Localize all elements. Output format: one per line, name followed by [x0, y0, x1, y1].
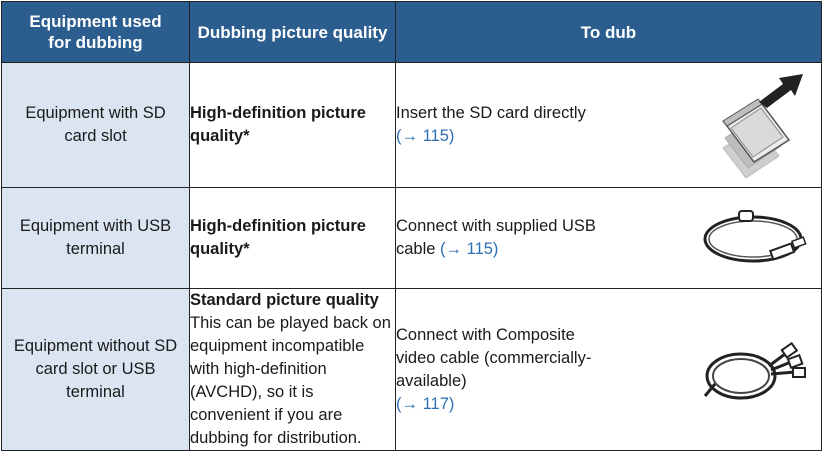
equipment-label: Equipment without SD card slot or USB te… [13, 337, 178, 401]
composite-av-cable-icon [703, 341, 806, 399]
quality-cell: High-definition picture quality* [189, 187, 396, 289]
todub-cell: Insert the SD card directly (→ 115) [395, 62, 822, 188]
equipment-cell: Equipment with SD card slot [1, 62, 190, 188]
table-header-row: Equipment used for dubbing Dubbing pictu… [1, 1, 822, 63]
equipment-label: Equipment with SD card slot [25, 104, 166, 145]
usb-cable-icon [703, 210, 807, 263]
quality-title: High-definition picture quality* [190, 104, 366, 145]
page-reference-link[interactable]: (→ 115) [440, 240, 498, 258]
table-row: Equipment with SD card slot High-definit… [1, 62, 822, 188]
todub-text: Connect with Composite video cable (comm… [396, 325, 592, 390]
todub-text: Insert the SD card directly [396, 104, 586, 122]
todub-cell: Connect with Composite video cable (comm… [395, 288, 822, 451]
dubbing-table: Equipment used for dubbing Dubbing pictu… [1, 1, 822, 451]
equipment-cell: Equipment with USB terminal [1, 187, 190, 289]
equipment-cell: Equipment without SD card slot or USB te… [1, 288, 190, 451]
sd-card-insert-icon [722, 74, 803, 179]
table-row: Equipment with USB terminal High-definit… [1, 187, 822, 289]
equipment-label: Equipment with USB terminal [19, 217, 172, 258]
quality-cell: High-definition picture quality* [189, 62, 396, 188]
todub-cell: Connect with supplied USB cable (→ 115) [395, 187, 822, 289]
quality-cell: Standard picture quality This can be pla… [189, 288, 396, 451]
header-todub: To dub [395, 1, 822, 63]
page-reference-link[interactable]: (→ 115) [396, 127, 454, 145]
page-reference-link[interactable]: (→ 117) [396, 395, 454, 413]
header-quality: Dubbing picture quality [189, 1, 396, 63]
quality-title: Standard picture quality [190, 291, 379, 309]
table-row: Equipment without SD card slot or USB te… [1, 288, 822, 451]
quality-description: This can be played back on equipment inc… [190, 314, 391, 447]
header-equipment: Equipment used for dubbing [1, 1, 190, 63]
quality-title: High-definition picture quality* [190, 217, 366, 258]
